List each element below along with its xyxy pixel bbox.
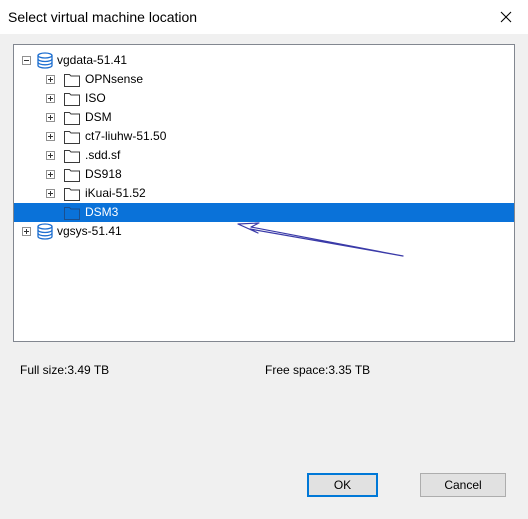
tree-node-label: OPNsense	[85, 72, 144, 86]
folder-icon	[64, 150, 80, 163]
tree-node-dsm3[interactable]: DSM3	[14, 203, 514, 222]
database-icon	[37, 52, 53, 69]
expand-toggle[interactable]	[22, 227, 31, 236]
tree-node-label: iKuai-51.52	[85, 186, 146, 200]
database-icon	[37, 223, 53, 240]
folder-icon	[64, 74, 80, 87]
expand-toggle[interactable]	[46, 189, 55, 198]
tree-node-sdd-sf[interactable]: .sdd.sf	[14, 146, 514, 165]
expand-toggle[interactable]	[46, 94, 55, 103]
folder-icon	[64, 207, 80, 220]
tree-node-vgsys[interactable]: vgsys-51.41	[14, 222, 514, 241]
collapse-toggle[interactable]	[22, 56, 31, 65]
cancel-button[interactable]: Cancel	[420, 473, 506, 497]
tree-node-label: DSM3	[85, 205, 119, 219]
tree-node-iso[interactable]: ISO	[14, 89, 514, 108]
close-icon	[500, 11, 512, 23]
tree-node-label: vgdata-51.41	[57, 53, 128, 67]
expand-toggle[interactable]	[46, 132, 55, 141]
folder-icon	[64, 93, 80, 106]
location-tree[interactable]: vgdata-51.41 OPNsense ISO DSM ct7-liuhw-…	[13, 44, 515, 342]
title-bar: Select virtual machine location	[0, 0, 528, 34]
expand-toggle[interactable]	[46, 151, 55, 160]
tree-node-label: ISO	[85, 91, 106, 105]
folder-icon	[64, 112, 80, 125]
close-button[interactable]	[484, 0, 528, 34]
tree-node-label: DS918	[85, 167, 122, 181]
dialog-title: Select virtual machine location	[8, 9, 198, 25]
tree-node-label: DSM	[85, 110, 112, 124]
folder-icon	[64, 131, 80, 144]
tree-node-opnsense[interactable]: OPNsense	[14, 70, 514, 89]
folder-icon	[64, 188, 80, 201]
tree-node-label: .sdd.sf	[85, 148, 121, 162]
select-location-dialog: Select virtual machine location vgdata-5…	[0, 0, 528, 519]
full-size-label: Full size:3.49 TB	[20, 363, 110, 377]
tree-node-dsm[interactable]: DSM	[14, 108, 514, 127]
free-space-label: Free space:3.35 TB	[265, 363, 371, 377]
tree-node-ct7-liuhw[interactable]: ct7-liuhw-51.50	[14, 127, 514, 146]
tree-node-label: ct7-liuhw-51.50	[85, 129, 167, 143]
ok-button[interactable]: OK	[307, 473, 378, 497]
tree-node-ds918[interactable]: DS918	[14, 165, 514, 184]
expand-toggle[interactable]	[46, 113, 55, 122]
tree-node-label: vgsys-51.41	[57, 224, 122, 238]
tree-node-ikuai[interactable]: iKuai-51.52	[14, 184, 514, 203]
tree-node-vgdata[interactable]: vgdata-51.41	[14, 51, 514, 70]
expand-toggle[interactable]	[46, 75, 55, 84]
folder-icon	[64, 169, 80, 182]
expand-toggle[interactable]	[46, 170, 55, 179]
